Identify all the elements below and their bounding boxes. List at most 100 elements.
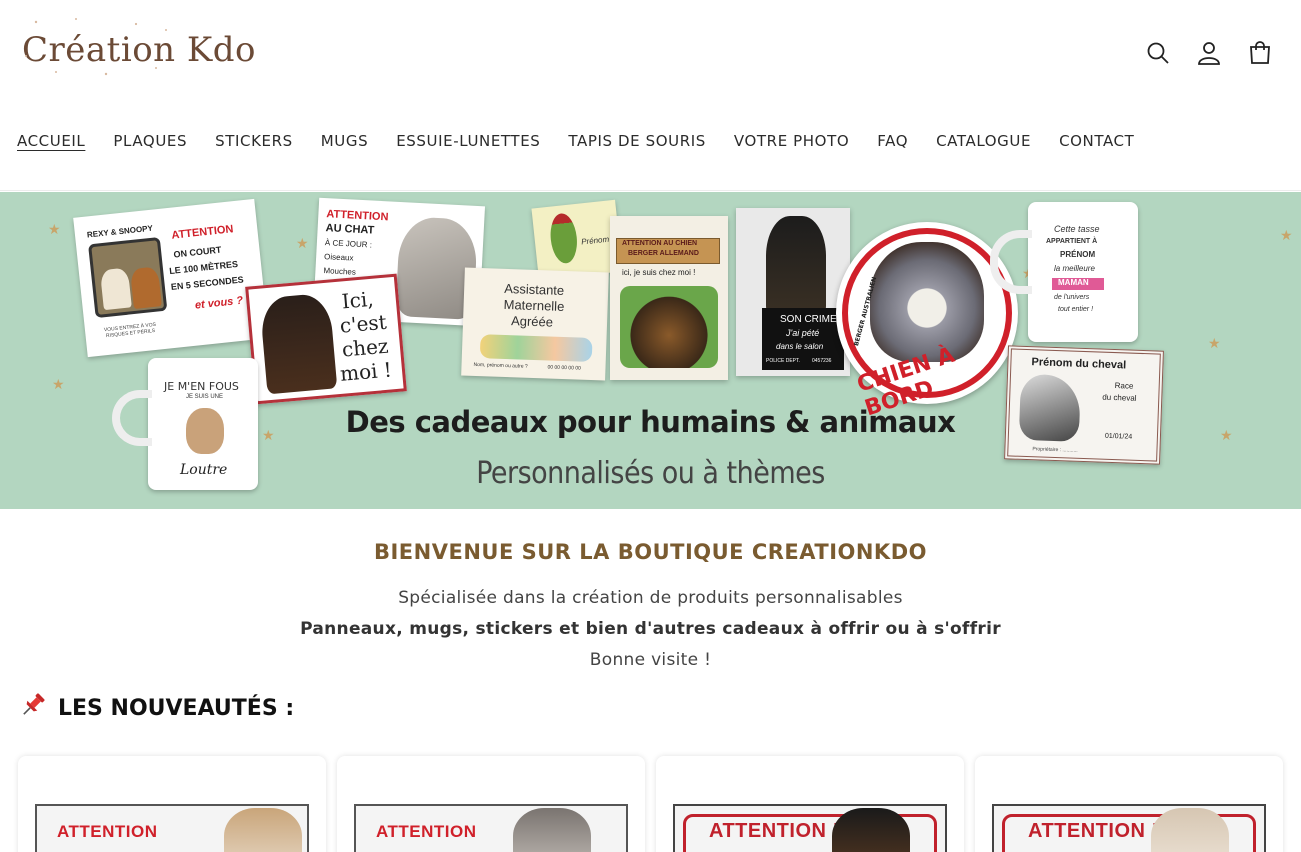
nav-item-tapis-de-souris[interactable]: TAPIS DE SOURIS [568, 132, 706, 150]
product-grid: ATTENTION ATTENTION ATTENTION ! ATTENTIO… [18, 756, 1283, 852]
nav-item-votre-photo[interactable]: VOTRE PHOTO [734, 132, 849, 150]
header-icons [1145, 40, 1273, 66]
product-card[interactable]: ATTENTION ! [975, 756, 1283, 852]
mugshot-dept: POLICE DEPT. [766, 358, 800, 364]
logo-text: Création Kdo [22, 30, 257, 70]
nav-item-essuie-lunettes[interactable]: ESSUIE-LUNETTES [396, 132, 540, 150]
chat-line: Mouches [323, 266, 357, 277]
nav-item-catalogue[interactable]: CATALOGUE [936, 132, 1031, 150]
news-title: LES NOUVEAUTÉS : [58, 695, 295, 721]
dog-image [1151, 808, 1229, 852]
plate-text: ATTENTION ! [1028, 820, 1159, 842]
product-mugshot-plate: SON CRIME J'ai pété dans le salon POLICE… [736, 208, 850, 376]
assistante-line: Assistante [503, 280, 565, 298]
account-icon[interactable] [1196, 40, 1222, 66]
welcome-line-2: Panneaux, mugs, stickers et bien d'autre… [300, 619, 1001, 639]
product-card[interactable]: ATTENTION ! [656, 756, 964, 852]
rexy-attention: ATTENTION [170, 223, 234, 242]
nav-item-mugs[interactable]: MUGS [321, 132, 368, 150]
chat-attention: ATTENTION [326, 208, 389, 224]
chat-line: À CE JOUR : [324, 238, 373, 250]
rexy-line: et vous ? [194, 294, 244, 312]
cheval-line: Prénom du cheval [1031, 356, 1127, 372]
product-mug-maman: Cette tasse APPARTIENT À PRÉNOM la meill… [990, 202, 1138, 342]
maman-line: APPARTIENT À [1046, 238, 1098, 245]
maman-line: MAMAN [1058, 278, 1089, 287]
cheval-owner: Propriétaire : ........... [1032, 446, 1078, 454]
nav-item-stickers[interactable]: STICKERS [215, 132, 293, 150]
star-decoration: ★ [52, 377, 65, 393]
product-rottweiler-plate: Ici, c'est chez moi ! [245, 273, 407, 405]
chat-line: AU CHAT [325, 222, 375, 237]
rexy-line: ON COURT [173, 244, 222, 260]
plate-text: ATTENTION [57, 822, 158, 841]
assistante-line: Maternelle [503, 296, 565, 315]
assistante-line: Agréée [510, 313, 554, 330]
star-decoration: ★ [1280, 228, 1293, 244]
product-card[interactable]: ATTENTION [337, 756, 645, 852]
berger-line: ATTENTION AU CHIEN [622, 240, 698, 247]
mugshot-num: 0457236 [812, 358, 832, 364]
product-bird-card: Prénom [531, 199, 623, 281]
cheval-line: Race [1114, 381, 1134, 391]
cheval-line: du cheval [1102, 392, 1137, 403]
assistante-footer: Nom, prénom ou autre ? [473, 361, 528, 370]
animals-illustration [479, 334, 593, 363]
plate-text: ATTENTION ! [709, 820, 840, 842]
rexy-footer: VOUS ENTREZ À VOS RISQUES ET PÉRILS [103, 321, 157, 340]
pushpin-icon [18, 690, 48, 726]
star-decoration: ★ [296, 236, 309, 252]
rottweiler-line: moi ! [339, 357, 393, 386]
nav-item-accueil[interactable]: ACCUEIL [17, 132, 85, 150]
maman-line: Cette tasse [1054, 224, 1100, 234]
banner-title: Des cadeaux pour humains & animaux [345, 405, 956, 439]
site-header: Création Kdo [0, 0, 1301, 110]
berger-line: ici, je suis chez moi ! [622, 268, 696, 277]
nav-item-contact[interactable]: CONTACT [1059, 132, 1134, 150]
maman-line: tout entier ! [1058, 306, 1094, 313]
maman-line: de l'univers [1054, 294, 1090, 301]
banner-subtitle: Personnalisés ou à thèmes [476, 456, 825, 491]
cat-image [513, 808, 591, 852]
search-icon[interactable] [1145, 40, 1171, 66]
nav-item-plaques[interactable]: PLAQUES [113, 132, 187, 150]
shepherd-black-image [766, 216, 826, 316]
mugshot-line: SON CRIME [780, 314, 837, 325]
rexy-line: EN 5 SECONDES [170, 274, 245, 293]
loutre-line: JE SUIS UNE [186, 394, 224, 400]
welcome-line-3: Bonne visite ! [589, 650, 712, 670]
site-logo[interactable]: Création Kdo [22, 18, 257, 76]
main-nav: ACCUEIL PLAQUES STICKERS MUGS ESSUIE-LUN… [17, 132, 1134, 150]
dog-image [832, 808, 910, 852]
rexy-names: REXY & SNOOPY [86, 223, 154, 240]
hero-banner[interactable]: ★ ★ ★ ★ ★ ★ ★ ★ REXY & SNOOPY ATTENTION … [0, 192, 1301, 509]
dog-image [224, 808, 302, 852]
chat-line: Oiseaux [323, 252, 354, 263]
plate-text: ATTENTION [376, 822, 477, 841]
maman-line: la meilleure [1054, 264, 1095, 273]
star-decoration: ★ [1208, 336, 1221, 352]
rottweiler-line: Ici, [340, 286, 375, 314]
nav-divider [0, 190, 1301, 191]
woodpecker-image [548, 212, 580, 265]
mugshot-line: dans le salon [776, 342, 824, 351]
news-heading: LES NOUVEAUTÉS : [18, 690, 294, 726]
cart-icon[interactable] [1247, 40, 1273, 66]
nav-item-faq[interactable]: FAQ [877, 132, 908, 150]
product-berger-plate: ATTENTION AU CHIEN BERGER ALLEMAND ici, … [610, 216, 728, 380]
assistante-phone: 00 00 00 00 00 [547, 364, 581, 372]
welcome-title: BIENVENUE SUR LA BOUTIQUE CREATIONKDO [373, 540, 927, 564]
product-card[interactable]: ATTENTION [18, 756, 326, 852]
rottweiler-image [259, 292, 338, 395]
german-shepherd-image [620, 286, 718, 368]
bird-label: Prénom [580, 234, 610, 247]
product-assistante-plate: Assistante Maternelle Agréée Nom, prénom… [461, 267, 609, 381]
berger-line: BERGER ALLEMAND [628, 250, 699, 257]
mugshot-line: J'ai pété [786, 328, 820, 338]
product-rexy-plate: REXY & SNOOPY ATTENTION ON COURT LE 100 … [73, 198, 269, 358]
rexy-line: LE 100 MÈTRES [168, 258, 239, 277]
welcome-line-1: Spécialisée dans la création de produits… [398, 588, 903, 608]
loutre-line: JE M'EN FOUS [164, 380, 239, 393]
maman-line: PRÉNOM [1060, 250, 1096, 259]
dogs-photo [88, 236, 168, 319]
